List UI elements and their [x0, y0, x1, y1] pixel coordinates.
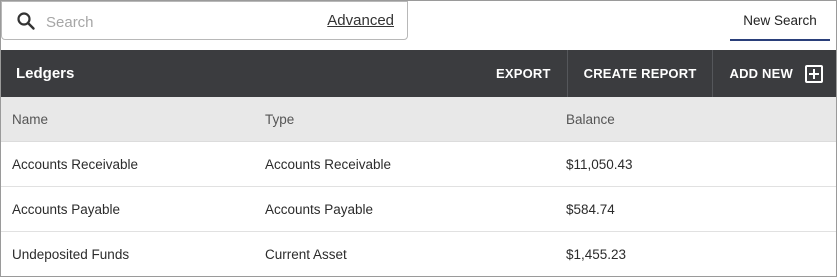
search-icon[interactable]	[16, 11, 36, 31]
cell-type: Accounts Receivable	[265, 156, 392, 172]
add-new-button[interactable]: ADD NEW	[712, 50, 836, 97]
cell-type: Accounts Payable	[265, 201, 374, 217]
cell-balance: $1,455.23	[566, 247, 627, 262]
column-header-name[interactable]: Name	[1, 112, 265, 127]
table-header: Name Type Balance	[1, 97, 836, 142]
panel-header: Ledgers EXPORT CREATE REPORT ADD NEW	[1, 50, 836, 97]
create-report-button[interactable]: CREATE REPORT	[566, 50, 713, 97]
create-report-button-label: CREATE REPORT	[583, 66, 697, 81]
advanced-search-link[interactable]: Advanced	[327, 12, 394, 29]
cell-balance: $584.74	[566, 201, 615, 217]
add-new-button-label: ADD NEW	[729, 66, 793, 81]
tab-new-search[interactable]: New Search	[730, 1, 830, 41]
export-button[interactable]: EXPORT	[480, 50, 567, 97]
column-header-type[interactable]: Type	[265, 112, 566, 127]
search-bar: Advanced	[1, 1, 408, 40]
table-row[interactable]: Accounts Payable Accounts Payable $584.7…	[1, 187, 836, 232]
cell-name: Accounts Payable	[12, 201, 121, 217]
export-button-label: EXPORT	[495, 66, 551, 81]
table-row[interactable]: Undeposited Funds Current Asset $1,455.2…	[1, 232, 836, 277]
search-input[interactable]	[46, 10, 316, 34]
column-header-balance[interactable]: Balance	[566, 112, 836, 127]
cell-name: Undeposited Funds	[12, 247, 130, 262]
ledgers-panel: Ledgers EXPORT CREATE REPORT ADD NEW Nam…	[1, 50, 836, 276]
cell-name: Accounts Receivable	[12, 156, 139, 172]
add-box-icon	[805, 64, 823, 83]
panel-title: Ledgers	[16, 65, 75, 82]
cell-type: Current Asset	[265, 247, 347, 262]
table-row[interactable]: Accounts Receivable Accounts Receivable …	[1, 142, 836, 187]
cell-balance: $11,050.43	[566, 156, 633, 172]
